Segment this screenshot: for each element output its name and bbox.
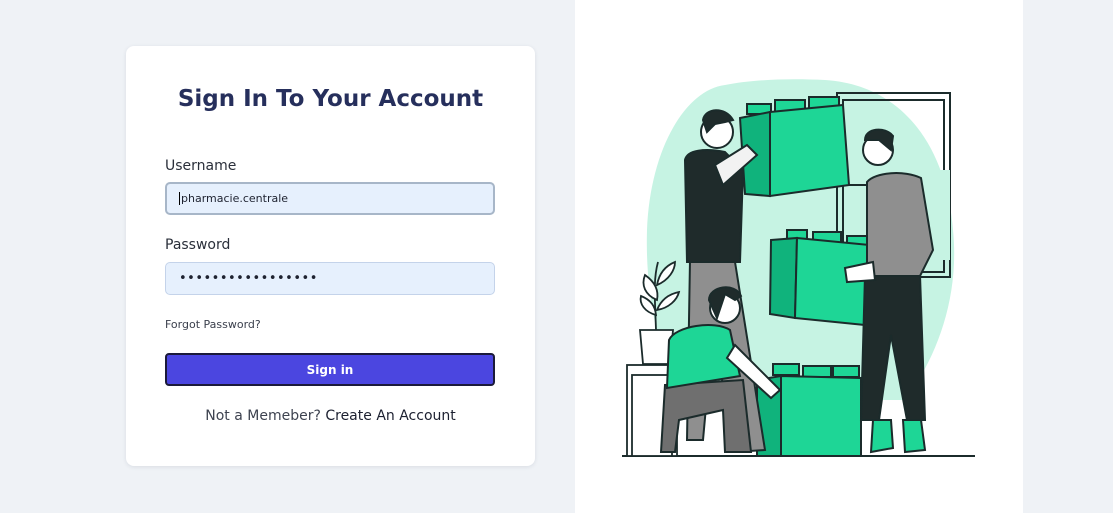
password-label: Password <box>165 237 231 253</box>
signin-button[interactable]: Sign in <box>165 353 495 386</box>
password-masked-value: ••••••••••••••••• <box>179 271 318 286</box>
password-field[interactable]: ••••••••••••••••• <box>165 262 495 295</box>
username-field[interactable]: pharmacie.centrale <box>165 182 495 215</box>
username-label: Username <box>165 158 237 174</box>
page-title: Sign In To Your Account <box>177 86 484 112</box>
create-account-link[interactable]: Create An Account <box>325 408 455 424</box>
signup-prompt: Not a Memeber? Create An Account <box>126 408 535 424</box>
username-value: pharmacie.centrale <box>181 192 289 205</box>
text-cursor <box>179 192 180 205</box>
team-building-illustration <box>622 79 975 457</box>
not-member-text: Not a Memeber? <box>205 408 321 424</box>
illustration-panel <box>575 0 1023 513</box>
forgot-password-link[interactable]: Forgot Password? <box>165 318 261 331</box>
